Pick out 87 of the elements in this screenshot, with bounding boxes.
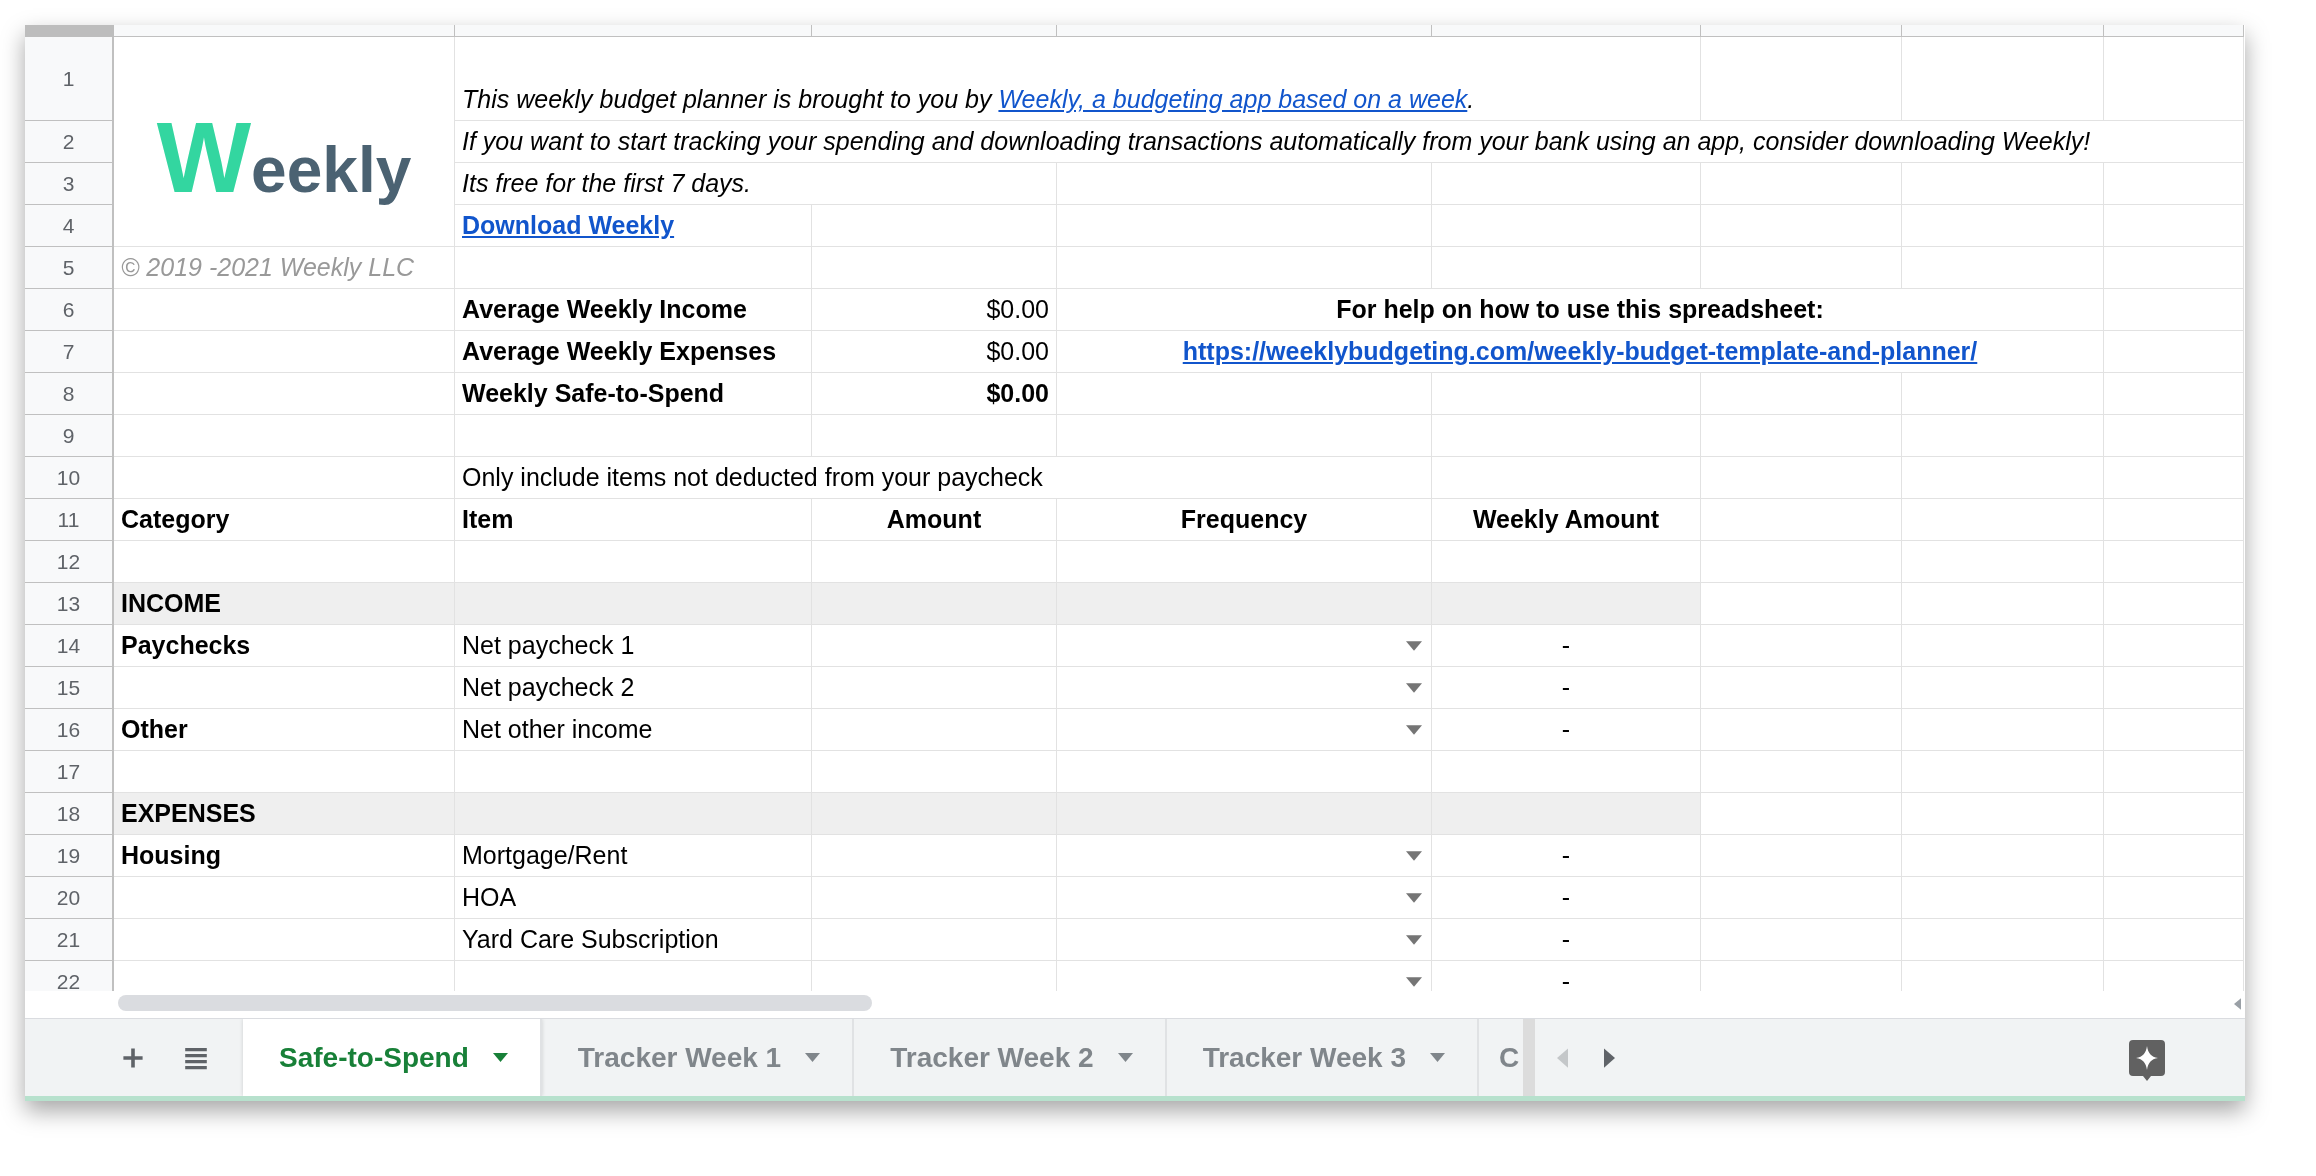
cell-text: Net other income: [455, 709, 812, 751]
column-header[interactable]: [455, 25, 812, 37]
row-number[interactable]: 16: [25, 709, 114, 751]
total-value: $0.00: [812, 373, 1057, 415]
label-text: Item: [455, 499, 812, 541]
scrollbar-thumb[interactable]: [118, 995, 872, 1011]
dash-value: -: [1432, 625, 1701, 667]
dash-value: -: [1432, 877, 1701, 919]
row-number[interactable]: 2: [25, 121, 114, 163]
label-text: Weekly Safe-to-Spend: [455, 373, 812, 415]
caret-icon[interactable]: [1406, 976, 1422, 987]
row-number[interactable]: 10: [25, 457, 114, 499]
intro-text: This weekly budget planner is brought to you by Weekly, a budgeting app based on a week.: [455, 37, 1701, 121]
sheet-tab[interactable]: Safe-to-Spend: [243, 1019, 542, 1096]
right-arrow-icon[interactable]: [1604, 1047, 1616, 1068]
plus-icon[interactable]: [121, 1045, 145, 1070]
row-number[interactable]: 17: [25, 751, 114, 793]
sheet-tab[interactable]: C: [1479, 1019, 1524, 1096]
list-icon[interactable]: [183, 1045, 209, 1070]
column-header[interactable]: [1701, 25, 1902, 37]
row-number[interactable]: 8: [25, 373, 114, 415]
column-heading: Frequency: [1057, 499, 1432, 541]
left-arrow-icon[interactable]: [2234, 998, 2241, 1010]
caret-icon[interactable]: [492, 1053, 508, 1062]
dash-value: -: [1432, 709, 1701, 751]
intro-text: Its free for the first 7 days.: [455, 163, 1057, 205]
row-number[interactable]: 13: [25, 583, 114, 625]
caret-icon[interactable]: [1117, 1053, 1133, 1062]
caret-icon[interactable]: [1406, 724, 1422, 735]
label-text: Other: [114, 709, 455, 751]
sparkle-icon[interactable]: [2129, 1039, 2165, 1082]
column-header[interactable]: [1432, 25, 1701, 37]
caret-icon[interactable]: [1406, 640, 1422, 651]
label-text: Average Weekly Expenses: [455, 331, 812, 373]
intro-text: If you want to start tracking your spending and downloading transactions automatically from your bank using an app, consider downloading Weekly!: [455, 121, 2244, 163]
copyright-text: © 2019 -2021 Weekly LLC: [114, 247, 455, 289]
caret-icon[interactable]: [1406, 850, 1422, 861]
row-number[interactable]: 20: [25, 877, 114, 919]
row-number[interactable]: 1: [25, 37, 114, 121]
column-header[interactable]: [2104, 25, 2244, 37]
row-number[interactable]: 22: [25, 961, 114, 991]
amount-value: $0.00: [812, 331, 1057, 373]
cell-text: Only include items not deducted from your paycheck: [455, 457, 1432, 499]
column-heading: Weekly Amount: [1432, 499, 1701, 541]
dash-value: -: [1432, 835, 1701, 877]
app-link[interactable]: Weekly, a budgeting app based on a week: [998, 85, 1468, 113]
column-header[interactable]: [1902, 25, 2104, 37]
dash-value: -: [1432, 919, 1701, 961]
cell-text: HOA: [455, 877, 812, 919]
row-number[interactable]: 12: [25, 541, 114, 583]
row-number[interactable]: 7: [25, 331, 114, 373]
cell-text: Net paycheck 2: [455, 667, 812, 709]
row-number[interactable]: 4: [25, 205, 114, 247]
row-number[interactable]: 9: [25, 415, 114, 457]
help-link[interactable]: https://weeklybudgeting.com/weekly-budget-template-and-planner/: [1057, 331, 2104, 373]
cell-text: Yard Care Subscription: [455, 919, 812, 961]
row-number[interactable]: 3: [25, 163, 114, 205]
row-number[interactable]: 5: [25, 247, 114, 289]
caret-icon[interactable]: [1406, 934, 1422, 945]
caret-icon[interactable]: [805, 1053, 821, 1062]
help-heading: For help on how to use this spreadsheet:: [1057, 289, 2104, 331]
row-number[interactable]: 18: [25, 793, 114, 835]
amount-value: $0.00: [812, 289, 1057, 331]
column-header[interactable]: [1057, 25, 1432, 37]
caret-icon[interactable]: [1406, 682, 1422, 693]
row-number[interactable]: 19: [25, 835, 114, 877]
label-text: Category: [114, 499, 455, 541]
label-text: Average Weekly Income: [455, 289, 812, 331]
caret-icon[interactable]: [1430, 1053, 1446, 1062]
section-label: INCOME: [114, 583, 455, 625]
download-link[interactable]: Download Weekly: [455, 205, 812, 247]
dash-value: -: [1432, 667, 1701, 709]
row-number[interactable]: 6: [25, 289, 114, 331]
label-text: Paychecks: [114, 625, 455, 667]
row-number[interactable]: 15: [25, 667, 114, 709]
column-header[interactable]: [114, 25, 455, 37]
caret-icon[interactable]: [1406, 892, 1422, 903]
row-number[interactable]: 11: [25, 499, 114, 541]
logo: Weekly: [114, 37, 455, 247]
cell-text: Net paycheck 1: [455, 625, 812, 667]
row-number[interactable]: 14: [25, 625, 114, 667]
section-label: EXPENSES: [114, 793, 455, 835]
row-number[interactable]: 21: [25, 919, 114, 961]
label-text: Housing: [114, 835, 455, 877]
cell-text: Mortgage/Rent: [455, 835, 812, 877]
column-heading: Amount: [812, 499, 1057, 541]
column-header[interactable]: [812, 25, 1057, 37]
